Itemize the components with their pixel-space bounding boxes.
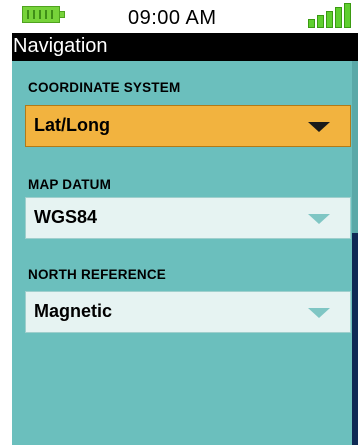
signal-strength-icon: [304, 3, 352, 28]
battery-icon: [22, 6, 66, 23]
battery-tip: [60, 11, 65, 18]
coordinate-system-value: Lat/Long: [34, 115, 110, 135]
map-datum-dropdown[interactable]: WGS84: [25, 197, 351, 239]
battery-cell: [51, 10, 53, 19]
battery-cell: [45, 10, 47, 19]
north-reference-dropdown[interactable]: Magnetic: [25, 291, 351, 333]
signal-bar: [326, 11, 333, 28]
chevron-down-icon: [308, 308, 330, 318]
coordinate-system-dropdown[interactable]: Lat/Long: [25, 105, 351, 147]
map-datum-value: WGS84: [34, 207, 98, 227]
scroll-track-lower: [352, 233, 358, 445]
settings-panel: COORDINATE SYSTEM Lat/Long MAP DATUM WGS…: [12, 61, 358, 445]
battery-cell: [33, 10, 35, 19]
status-bar: 09:00 AM: [12, 0, 358, 33]
battery-cell: [39, 10, 41, 19]
status-time: 09:00 AM: [128, 7, 217, 29]
signal-bar: [344, 3, 351, 28]
north-reference-label: NORTH REFERENCE: [28, 267, 167, 282]
title-bar: Navigation: [12, 33, 358, 61]
chevron-down-icon: [308, 214, 330, 224]
coordinate-system-label: COORDINATE SYSTEM: [28, 80, 181, 95]
map-datum-label: MAP DATUM: [28, 177, 112, 192]
page-title: Navigation: [13, 35, 108, 57]
signal-bar: [308, 19, 315, 28]
battery-cell: [27, 10, 29, 19]
north-reference-value: Magnetic: [34, 301, 113, 321]
signal-bar: [335, 7, 342, 28]
device-screen: 09:00 AM Navigation COORDINATE SYSTEM La…: [0, 0, 362, 445]
chevron-down-icon: [308, 122, 330, 132]
battery-body: [22, 6, 60, 23]
signal-bar: [317, 15, 324, 28]
